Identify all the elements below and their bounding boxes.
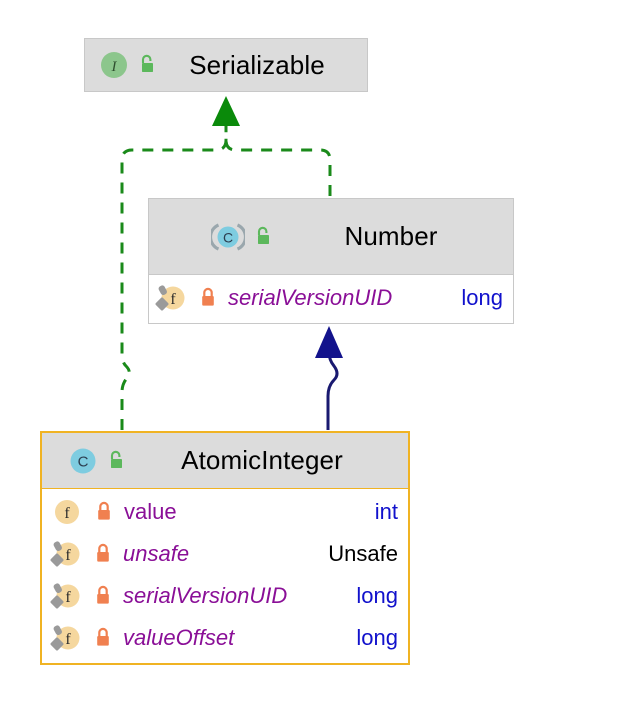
interface-icon: I — [99, 50, 129, 80]
locked-padlock-icon — [198, 285, 218, 311]
field-row-value[interactable]: f value int — [42, 491, 408, 533]
node-body-atomicinteger: f value int f unsafe Unsafe f serialVers… — [42, 489, 408, 659]
svg-text:I: I — [111, 59, 118, 75]
static-field-icon: f — [154, 282, 188, 314]
node-header-atomicinteger[interactable]: C AtomicInteger — [42, 433, 408, 489]
svg-text:f: f — [170, 291, 176, 308]
field-row-serialversionuid[interactable]: f serialVersionUID long — [42, 575, 408, 617]
locked-padlock-icon — [93, 583, 113, 609]
field-type: int — [374, 499, 398, 524]
node-header-number[interactable]: C Number — [149, 199, 513, 275]
svg-text:f: f — [65, 547, 71, 564]
node-header-serializable[interactable]: I Serializable — [85, 39, 367, 91]
class-node-serializable[interactable]: I Serializable — [84, 38, 368, 92]
locked-padlock-icon — [94, 499, 114, 525]
unlocked-padlock-icon — [106, 449, 126, 473]
locked-padlock-icon — [93, 541, 113, 567]
node-title-atomicinteger: AtomicInteger — [181, 445, 343, 475]
class-node-number[interactable]: C Number f serialVersionUID long — [148, 198, 514, 324]
realization-arrowhead — [212, 96, 240, 126]
node-title-serializable: Serializable — [189, 49, 325, 80]
field-row-unsafe[interactable]: f unsafe Unsafe — [42, 533, 408, 575]
unlocked-padlock-icon — [253, 225, 273, 249]
field-type: long — [461, 285, 503, 310]
field-icon: f — [52, 497, 82, 527]
class-node-atomicinteger[interactable]: C AtomicInteger f value int f unsafe Uns… — [40, 431, 410, 665]
field-name: serialVersionUID — [228, 285, 393, 310]
field-name: value — [124, 499, 177, 524]
field-name: valueOffset — [123, 625, 235, 650]
svg-text:f: f — [65, 589, 71, 606]
field-type: long — [356, 583, 398, 608]
diagram-canvas[interactable]: I Serializable C Number f serialVersionU… — [0, 0, 640, 708]
svg-text:C: C — [223, 229, 233, 245]
svg-text:f: f — [64, 505, 70, 522]
field-type: long — [356, 625, 398, 650]
edge-atomicinteger-extends-number — [326, 351, 339, 430]
field-row-serialversionuid[interactable]: f serialVersionUID long — [149, 275, 513, 321]
field-row-valueoffset[interactable]: f valueOffset long — [42, 617, 408, 659]
field-type: Unsafe — [328, 541, 398, 566]
svg-text:C: C — [78, 453, 89, 470]
static-field-icon: f — [49, 580, 83, 612]
edge-number-implements-serializable — [224, 112, 332, 196]
generalization-arrowhead — [315, 326, 343, 358]
static-field-icon: f — [49, 538, 83, 570]
static-field-icon: f — [49, 622, 83, 654]
node-title-number: Number — [344, 221, 438, 251]
svg-text:f: f — [65, 631, 71, 648]
node-body-number: f serialVersionUID long — [149, 275, 513, 323]
unlocked-padlock-icon — [137, 53, 157, 77]
field-name: serialVersionUID — [123, 583, 288, 608]
abstract-class-icon: C — [211, 221, 245, 253]
field-name: unsafe — [123, 541, 190, 566]
class-icon: C — [68, 446, 98, 476]
locked-padlock-icon — [93, 625, 113, 651]
